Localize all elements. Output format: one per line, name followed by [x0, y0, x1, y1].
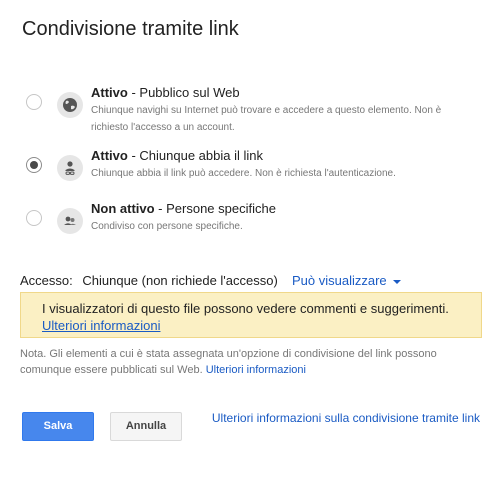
link-sharing-help-link[interactable]: Ulteriori informazioni sulla condivision…	[200, 410, 480, 426]
option-description: Condiviso con persone specifiche.	[91, 221, 243, 232]
chevron-down-icon	[392, 279, 401, 284]
option-public-web[interactable]: Attivo - Pubblico sul Web Chiunque navig…	[24, 85, 480, 133]
radio-anyone-with-link[interactable]	[26, 157, 42, 173]
notice-more-info-link[interactable]: Ulteriori informazioni	[42, 318, 160, 333]
access-value: Chiunque (non richiede l'accesso)	[82, 273, 278, 288]
option-title: Non attivo - Persone specifiche	[91, 201, 276, 216]
access-level-label: Può visualizzare	[292, 273, 387, 288]
option-description: Chiunque navighi su Internet può trovare…	[91, 105, 442, 133]
option-description: Chiunque abbia il link può accedere. Non…	[91, 168, 396, 179]
note-text-block: Nota. Gli elementi a cui è stata assegna…	[20, 346, 482, 378]
notice-text: I visualizzatori di questo file possono …	[42, 301, 449, 316]
notice-banner: I visualizzatori di questo file possono …	[20, 292, 482, 338]
option-specific-people[interactable]: Non attivo - Persone specifiche Condivis…	[24, 202, 480, 248]
dialog-title: Condivisione tramite link	[22, 18, 239, 40]
save-button[interactable]: Salva	[22, 412, 94, 441]
note-more-info-link[interactable]: Ulteriori informazioni	[206, 364, 306, 376]
radio-public-web[interactable]	[26, 94, 42, 110]
option-title: Attivo - Chiunque abbia il link	[91, 148, 263, 163]
link-user-icon	[57, 155, 83, 181]
people-icon	[57, 208, 83, 234]
radio-specific-people[interactable]	[26, 210, 42, 226]
option-title: Attivo - Pubblico sul Web	[91, 85, 240, 100]
cancel-button[interactable]: Annulla	[110, 412, 182, 441]
globe-icon	[57, 92, 83, 118]
option-anyone-with-link[interactable]: Attivo - Chiunque abbia il link Chiunque…	[24, 149, 480, 195]
access-label: Accesso:	[20, 273, 73, 288]
access-level-dropdown[interactable]: Può visualizzare	[292, 273, 401, 288]
access-row: Accesso: Chiunque (non richiede l'access…	[20, 273, 278, 288]
